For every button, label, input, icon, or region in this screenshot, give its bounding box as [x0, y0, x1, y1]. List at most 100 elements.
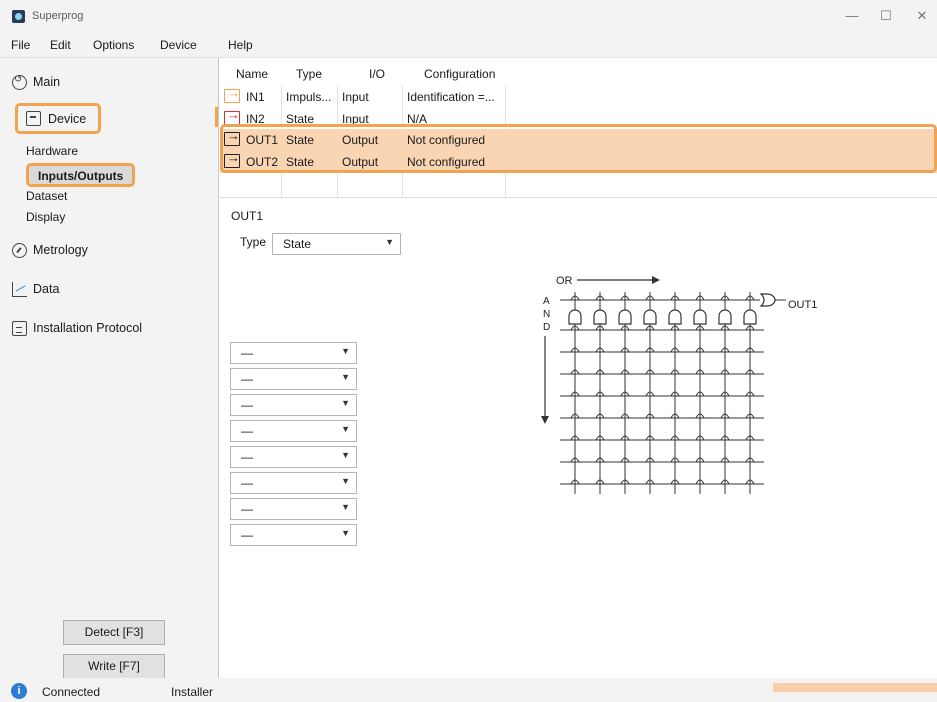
junction-mark	[620, 435, 630, 441]
junction-mark	[720, 325, 730, 331]
junction-mark	[695, 479, 705, 485]
junction-mark	[745, 391, 755, 397]
selection-highlight	[220, 124, 937, 173]
nav-data-label: Data	[33, 282, 60, 296]
junction-mark	[745, 457, 755, 463]
menu-edit[interactable]: Edit	[50, 38, 71, 52]
nav-metrology[interactable]: Metrology	[12, 240, 88, 260]
nav-installation-protocol[interactable]: Installation Protocol	[12, 318, 142, 338]
junction-mark	[695, 457, 705, 463]
table-row[interactable]: IN1 Impuls... Input Identification =...	[220, 85, 937, 108]
menu-help[interactable]: Help	[228, 38, 253, 52]
column-header-configuration[interactable]: Configuration	[424, 67, 495, 81]
close-button[interactable]: ✕	[912, 7, 932, 25]
detect-button[interactable]: Detect [F3]	[63, 620, 165, 645]
nav-device[interactable]: Device	[26, 111, 86, 126]
sidebar: Main Device Hardware Inputs/Outputs Data…	[0, 58, 219, 679]
junction-mark	[570, 413, 580, 419]
junction-mark	[745, 413, 755, 419]
junction-mark	[645, 347, 655, 353]
and-gate-icon	[593, 309, 607, 325]
condition-dropdown-value: —	[241, 398, 253, 412]
app-logo-icon	[12, 10, 25, 23]
type-dropdown[interactable]: State ▼	[272, 233, 401, 255]
junction-mark	[670, 479, 680, 485]
and-label-a: A	[543, 296, 550, 307]
title-bar: Superprog — ☐ ✕	[0, 0, 937, 32]
chevron-down-icon: ▼	[341, 372, 350, 382]
junction-mark	[695, 325, 705, 331]
junction-mark	[645, 295, 655, 301]
junction-mark	[620, 413, 630, 419]
junction-mark	[620, 295, 630, 301]
menu-file[interactable]: File	[11, 38, 30, 52]
output-name-label: OUT1	[231, 209, 264, 223]
junction-mark	[595, 325, 605, 331]
and-gate-icon	[618, 309, 632, 325]
sidebar-item-dataset[interactable]: Dataset	[26, 189, 67, 203]
junction-mark	[745, 479, 755, 485]
or-gate-icon	[759, 293, 776, 307]
progress-bar	[773, 683, 937, 692]
condition-dropdown[interactable]: — ▼	[230, 446, 357, 468]
column-header-type[interactable]: Type	[296, 67, 322, 81]
cell-type: Impuls...	[286, 90, 332, 104]
chevron-down-icon: ▼	[385, 237, 394, 247]
junction-mark	[595, 435, 605, 441]
chevron-down-icon: ▼	[341, 346, 350, 356]
junction-mark	[645, 457, 655, 463]
sidebar-item-display[interactable]: Display	[26, 210, 65, 224]
sidebar-item-label: Inputs/Outputs	[38, 169, 124, 183]
junction-mark	[720, 347, 730, 353]
junction-mark	[570, 435, 580, 441]
junction-mark	[570, 457, 580, 463]
type-dropdown-value: State	[283, 237, 312, 251]
chevron-down-icon: ▼	[341, 398, 350, 408]
junction-mark	[720, 413, 730, 419]
condition-dropdown[interactable]: — ▼	[230, 394, 357, 416]
and-gate-icon	[668, 309, 682, 325]
condition-dropdown[interactable]: — ▼	[230, 368, 357, 390]
condition-dropdown[interactable]: — ▼	[230, 498, 357, 520]
nav-main[interactable]: Main	[12, 72, 60, 92]
sidebar-item-hardware[interactable]: Hardware	[26, 144, 78, 158]
cell-io: Input	[342, 90, 369, 104]
column-header-io[interactable]: I/O	[369, 67, 385, 81]
maximize-button[interactable]: ☐	[876, 7, 896, 25]
sidebar-item-inputs-outputs[interactable]: Inputs/Outputs	[26, 163, 135, 187]
junction-mark	[645, 325, 655, 331]
chevron-down-icon: ▼	[341, 476, 350, 486]
junction-mark	[695, 369, 705, 375]
junction-mark	[720, 457, 730, 463]
junction-mark	[645, 413, 655, 419]
and-gate-icon	[693, 309, 707, 325]
junction-mark	[695, 295, 705, 301]
column-header-name[interactable]: Name	[236, 67, 268, 81]
condition-dropdown[interactable]: — ▼	[230, 342, 357, 364]
junction-mark	[570, 347, 580, 353]
input-arrow-icon	[224, 107, 240, 125]
chevron-down-icon: ▼	[341, 450, 350, 460]
condition-dropdown[interactable]: — ▼	[230, 420, 357, 442]
info-icon: i	[11, 683, 27, 699]
and-gate-icon	[743, 309, 757, 325]
junction-mark	[670, 369, 680, 375]
menu-options[interactable]: Options	[93, 38, 134, 52]
minimize-button[interactable]: —	[842, 7, 862, 25]
chevron-down-icon: ▼	[341, 502, 350, 512]
condition-dropdown-value: —	[241, 372, 253, 386]
window-title: Superprog	[32, 10, 84, 22]
and-label-n: N	[543, 309, 550, 320]
menu-device[interactable]: Device	[160, 38, 197, 52]
condition-dropdown-value: —	[241, 476, 253, 490]
write-button[interactable]: Write [F7]	[63, 654, 165, 679]
junction-mark	[745, 325, 755, 331]
junction-mark	[570, 369, 580, 375]
cell-configuration: Identification =...	[407, 90, 495, 104]
junction-mark	[620, 479, 630, 485]
and-label-d: D	[543, 322, 550, 333]
refresh-icon	[12, 74, 27, 90]
condition-dropdown[interactable]: — ▼	[230, 472, 357, 494]
nav-data[interactable]: Data	[12, 279, 59, 299]
condition-dropdown[interactable]: — ▼	[230, 524, 357, 546]
